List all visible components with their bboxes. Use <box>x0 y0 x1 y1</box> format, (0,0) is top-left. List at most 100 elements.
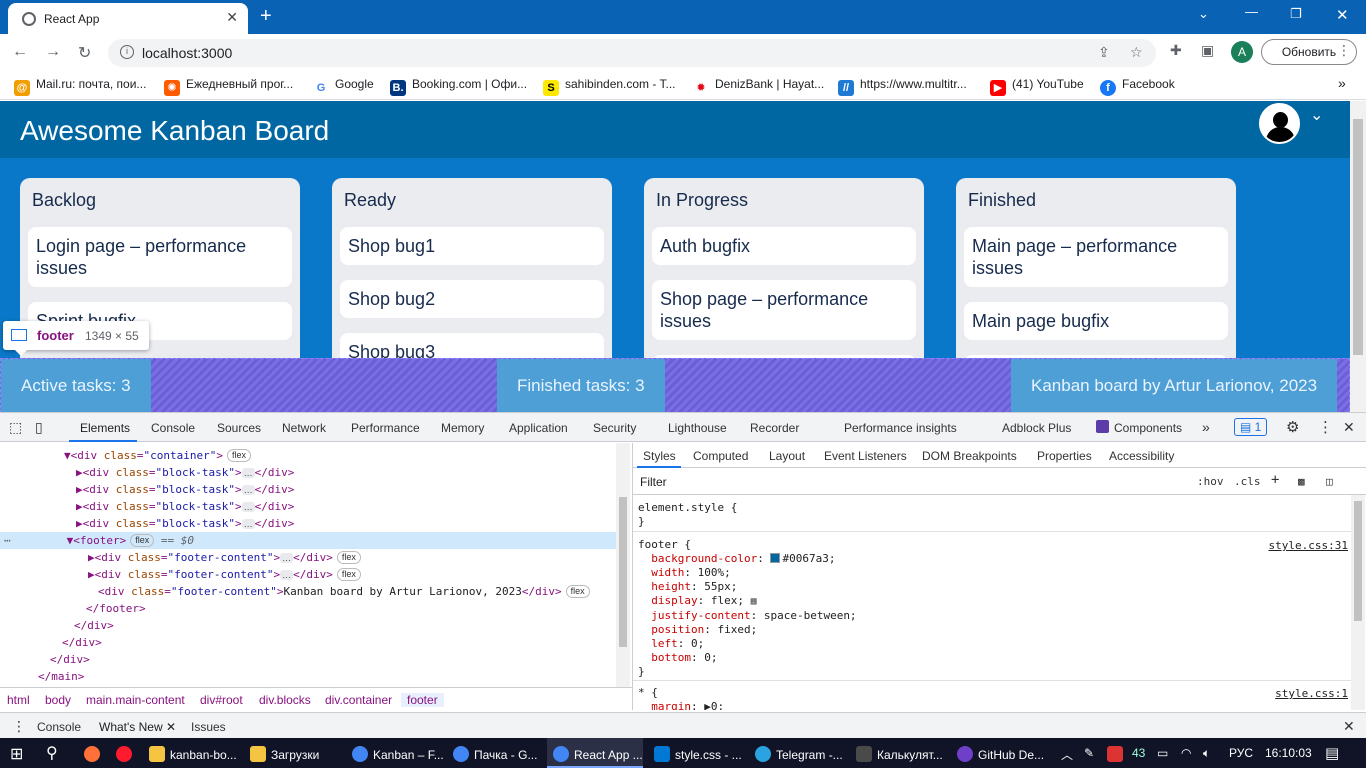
reload-icon[interactable]: ↻ <box>78 43 91 63</box>
taskbar-item[interactable]: Загрузки <box>250 746 319 762</box>
source-link[interactable]: style.css:1 <box>1275 687 1348 700</box>
firefox-icon[interactable] <box>84 746 105 762</box>
taskbar-item[interactable]: Калькулят... <box>856 746 943 762</box>
taskbar-item[interactable]: GitHub De... <box>957 746 1044 762</box>
back-icon[interactable]: ← <box>12 43 28 61</box>
drawer-close-icon[interactable]: ✕ <box>1343 718 1355 735</box>
dom-node[interactable]: ▼<div class="container"> flex <box>0 447 616 464</box>
taskbar-item[interactable]: Пачка - G... <box>453 746 537 762</box>
bookmark-item[interactable]: ✹ DenizBank | Hayat... <box>693 77 824 96</box>
tab-lighthouse[interactable]: Lighthouse <box>668 421 727 435</box>
source-link[interactable]: style.css:31 <box>1269 539 1348 552</box>
css-prop[interactable]: bottom <box>651 651 691 664</box>
wifi-icon[interactable]: ◠ <box>1181 746 1191 760</box>
browser-tab[interactable]: React App ✕ <box>8 3 248 34</box>
dom-node[interactable]: </div> <box>0 634 616 651</box>
windows-start-icon[interactable]: ⊞ <box>10 744 23 764</box>
tray-chevron-icon[interactable]: ︿ <box>1061 746 1073 763</box>
breadcrumb-item-active[interactable]: footer <box>401 693 444 707</box>
css-value[interactable]: #0067a3; <box>782 552 835 565</box>
tab-application[interactable]: Application <box>509 421 568 435</box>
css-value[interactable]: flex; <box>711 594 744 607</box>
dom-node[interactable]: ▶<div class="block-task">… </div> <box>0 498 616 515</box>
ellipsis-icon[interactable]: … <box>241 519 255 529</box>
tab-security[interactable]: Security <box>593 421 636 435</box>
task-card[interactable]: Shop bug2 <box>340 280 604 318</box>
tab-console[interactable]: Console <box>151 421 195 435</box>
battery-icon[interactable]: ▭ <box>1157 746 1168 760</box>
dom-node[interactable]: ▶<div class="block-task">… </div> <box>0 515 616 532</box>
flex-badge[interactable]: flex <box>226 449 251 462</box>
scrollbar-thumb[interactable] <box>1354 501 1362 621</box>
drawer-tab-console[interactable]: Console <box>37 720 81 734</box>
drawer-tab-whats-new[interactable]: What's New ✕ <box>99 720 177 740</box>
task-card[interactable]: Shop bug1 <box>340 227 604 265</box>
dom-node[interactable]: ▶<div class="block-task">… </div> <box>0 464 616 481</box>
omnibox[interactable]: i localhost:3000 ⇪ ☆ <box>108 39 1156 67</box>
css-prop[interactable]: background-color <box>651 552 757 565</box>
page-scrollbar[interactable] <box>1350 101 1366 412</box>
volume-icon[interactable]: 🔈︎ <box>1203 746 1210 761</box>
node-menu-icon[interactable]: ⋯ <box>4 534 11 547</box>
device-toolbar-icon[interactable]: ▯ <box>35 419 43 436</box>
css-prop[interactable]: position <box>651 623 704 636</box>
ellipsis-icon[interactable]: … <box>280 570 294 580</box>
bookmark-item[interactable]: ✺ Ежедневный прог... <box>164 77 293 96</box>
side-panel-icon[interactable]: ▣ <box>1201 42 1214 59</box>
new-rule-icon[interactable]: + <box>1271 472 1279 488</box>
task-card[interactable]: Auth bugfix <box>652 227 916 265</box>
clock[interactable]: 16:10:03 <box>1265 746 1312 760</box>
css-value[interactable]: 55px; <box>704 580 737 593</box>
profile-avatar[interactable]: A <box>1231 41 1253 63</box>
tab-performance-insights[interactable]: Performance insights <box>844 421 957 435</box>
menu-kebab-icon[interactable]: ⋮ <box>1337 42 1351 59</box>
settings-gear-icon[interactable]: ⚙ <box>1286 418 1299 436</box>
scrollbar-thumb[interactable] <box>1353 119 1363 355</box>
flex-badge[interactable]: flex <box>336 551 361 564</box>
dom-node[interactable]: </div> <box>0 617 616 634</box>
antivirus-icon[interactable] <box>1107 746 1123 762</box>
taskbar-item[interactable]: Kanban – F... <box>352 746 444 762</box>
css-value[interactable]: fixed; <box>717 623 757 636</box>
taskbar-item[interactable]: Telegram -... <box>755 746 843 762</box>
tab-search-chevron-icon[interactable]: ⌄ <box>1198 6 1209 22</box>
ellipsis-icon[interactable]: … <box>241 502 255 512</box>
ellipsis-icon[interactable]: … <box>241 485 255 495</box>
tab-components[interactable]: Components <box>1114 421 1182 435</box>
share-icon[interactable]: ⇪ <box>1098 44 1110 61</box>
bookmark-item[interactable]: G Google <box>313 77 374 96</box>
tab-close-icon[interactable]: ✕ <box>226 9 238 26</box>
site-info-icon[interactable]: i <box>120 45 134 59</box>
devtools-close-icon[interactable]: ✕ <box>1343 419 1355 436</box>
dom-node[interactable]: </div> <box>0 651 616 668</box>
chevron-down-icon[interactable]: ⌄ <box>1310 105 1323 125</box>
opera-icon[interactable] <box>116 746 137 762</box>
search-icon[interactable]: ⚲ <box>46 743 58 763</box>
css-value[interactable]: space-between; <box>764 609 857 622</box>
bookmark-item[interactable]: f Facebook <box>1100 77 1175 96</box>
ellipsis-icon[interactable]: … <box>241 468 255 478</box>
cls-button[interactable]: .cls <box>1234 475 1261 488</box>
breadcrumb-item[interactable]: div#root <box>200 693 243 707</box>
user-avatar[interactable] <box>1259 103 1300 144</box>
universal-rule[interactable]: * { margin: ▶0; <box>638 686 724 710</box>
close-icon[interactable]: ✕ <box>166 720 176 734</box>
tab-event-listeners[interactable]: Event Listeners <box>824 449 907 463</box>
new-tab-button[interactable]: + <box>260 5 272 28</box>
bookmark-item[interactable]: ▶ (41) YouTube <box>990 77 1084 96</box>
minimize-icon[interactable]: — <box>1245 4 1258 19</box>
css-value[interactable]: 100%; <box>698 566 731 579</box>
tab-sources[interactable]: Sources <box>217 421 261 435</box>
flex-badge[interactable]: flex <box>565 585 590 598</box>
bookmarks-more-icon[interactable]: » <box>1338 75 1346 91</box>
dom-node[interactable]: </footer> <box>0 600 616 617</box>
url-text[interactable]: localhost:3000 <box>142 45 232 61</box>
toggle-sidebar-icon[interactable]: ◫ <box>1326 475 1333 488</box>
dom-node[interactable]: ▶<div class="footer-content">… </div> flex <box>0 549 616 566</box>
styles-scrollbar[interactable] <box>1351 495 1365 710</box>
dom-node[interactable]: ▶<div class="block-task">… </div> <box>0 481 616 498</box>
bookmark-item[interactable]: @ Mail.ru: почта, пои... <box>14 77 146 96</box>
tab-styles[interactable]: Styles <box>643 449 676 463</box>
footer-rule[interactable]: footer { background-color: #0067a3; widt… <box>638 538 857 679</box>
styles-filter-input[interactable]: Filter <box>640 475 1185 493</box>
